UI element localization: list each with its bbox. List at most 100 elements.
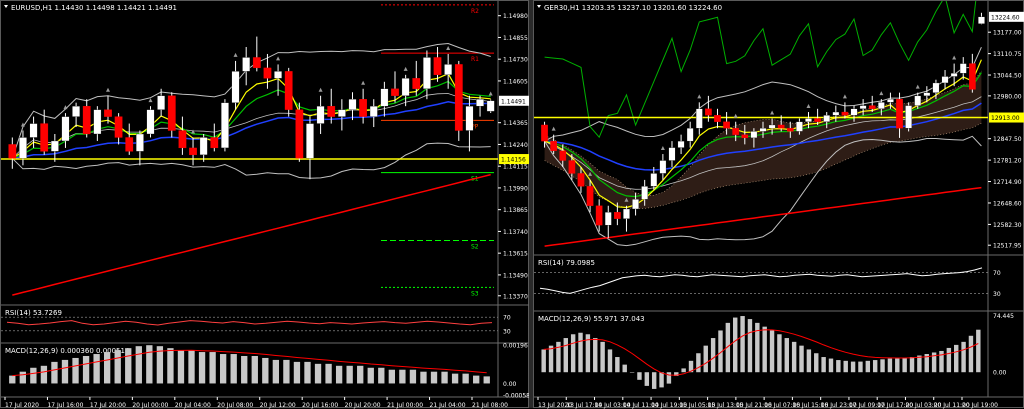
macd-histogram-bar — [954, 344, 959, 373]
fractal-up-marker — [770, 110, 775, 115]
macd-histogram-bar — [125, 348, 132, 384]
macd-histogram-bar — [335, 365, 343, 384]
pivot-label-s2: S2 — [471, 243, 479, 250]
bull-candle — [923, 92, 931, 97]
macd-histogram-bar — [821, 357, 826, 373]
macd-histogram-bar — [293, 361, 301, 384]
bull-candle — [850, 108, 858, 116]
price-tick-label: 1.13740 — [503, 229, 528, 236]
macd-histogram-bar — [651, 372, 657, 389]
eurusd-chart[interactable]: EURUSD,H1 1.14430 1.14498 1.14421 1.1449… — [1, 1, 530, 409]
rsi-level-label: 30 — [503, 328, 511, 335]
macd-histogram-bar — [769, 330, 775, 373]
bear-candle — [178, 130, 187, 149]
macd-histogram-bar — [806, 349, 812, 373]
fractal-up-marker — [276, 56, 281, 61]
macd-histogram-bar — [637, 372, 642, 380]
bull-candle — [50, 140, 59, 152]
rsi-label: RSI(14) 53.7269 — [5, 309, 62, 317]
fractal-up-marker — [733, 113, 738, 118]
macd-histogram-bar — [314, 363, 322, 384]
bear-candle — [741, 134, 749, 139]
price-tick-label: 1.14855 — [503, 35, 528, 42]
bull-candle — [423, 57, 431, 89]
bull-candle — [877, 102, 885, 109]
pivot-label-s3: S3 — [471, 290, 479, 297]
macd-histogram-bar — [462, 373, 469, 384]
price-tick-label: 1.13615 — [503, 251, 528, 258]
bull-candle — [146, 109, 155, 135]
bull-candle — [369, 106, 378, 117]
macd-histogram-bar — [209, 352, 216, 384]
fractal-up-marker — [806, 104, 811, 109]
price-tick-label: 12582.30 — [993, 222, 1022, 229]
macd-histogram-bar — [784, 338, 789, 373]
fractal-up-marker — [879, 91, 884, 96]
macd-histogram-bar — [135, 346, 142, 384]
fractal-up-marker — [660, 146, 665, 151]
bear-candle — [189, 147, 197, 156]
fractal-up-marker — [318, 87, 323, 92]
bull-candle — [796, 121, 803, 132]
bull-candle — [823, 115, 831, 122]
bull-candle — [221, 102, 229, 149]
moving-average-200 — [12, 173, 491, 296]
macd-histogram-bar — [272, 359, 280, 384]
macd-histogram-bar — [167, 348, 174, 384]
fractal-up-marker — [105, 87, 110, 92]
macd-histogram-bar — [399, 369, 406, 384]
macd-histogram-bar — [346, 365, 353, 384]
bull-candle — [832, 111, 840, 116]
macd-histogram-bar — [703, 345, 708, 373]
macd-histogram-bar — [909, 357, 915, 373]
macd-label: MACD(12,26,9) 55.971 37.043 — [538, 315, 645, 323]
bear-candle — [167, 95, 176, 131]
bull-candle — [914, 95, 922, 106]
bear-candle — [433, 57, 442, 75]
macd-histogram-bar — [799, 345, 804, 373]
bear-candle — [705, 108, 712, 116]
ger30-chart-panel[interactable]: GER30,H1 13203.35 13237.10 13201.60 1322… — [533, 0, 1024, 409]
bull-candle — [950, 73, 958, 77]
macd-histogram-bar — [198, 352, 206, 384]
bear-candle — [210, 137, 219, 149]
macd-histogram-bar — [777, 334, 782, 373]
macd-histogram-bar — [836, 360, 841, 373]
bear-candle — [595, 205, 603, 226]
macd-histogram-bar — [814, 353, 819, 373]
eurusd-chart-panel[interactable]: EURUSD,H1 1.14430 1.14498 1.14421 1.1449… — [0, 0, 530, 409]
bear-candle — [104, 109, 112, 117]
macd-histogram-bar — [887, 358, 893, 373]
ger30-chart[interactable]: GER30,H1 13203.35 13237.10 13201.60 1322… — [534, 1, 1024, 409]
macd-histogram-bar — [622, 364, 627, 373]
macd-histogram-bar — [961, 341, 966, 373]
bull-candle — [932, 82, 940, 93]
bear-candle — [8, 144, 17, 159]
macd-histogram-bar — [710, 338, 716, 373]
pivot-label-r2: R2 — [471, 8, 479, 15]
bear-candle — [559, 150, 567, 161]
bull-candle — [157, 95, 166, 110]
price-tick-label: 13044.50 — [993, 73, 1022, 80]
fractal-up-marker — [191, 129, 196, 134]
macd-histogram-bar — [230, 354, 237, 384]
price-tick-label: 1.14730 — [503, 57, 528, 64]
fractal-up-marker — [915, 84, 920, 89]
bull-candle — [306, 123, 314, 159]
macd-histogram-bar — [858, 361, 863, 373]
price-tick-label: 1.13990 — [503, 185, 528, 192]
macd-histogram-bar — [61, 359, 69, 384]
bull-candle — [632, 199, 639, 210]
bear-candle — [40, 123, 49, 152]
macd-histogram-bar — [968, 335, 974, 373]
macd-histogram-bar — [880, 359, 885, 373]
chart-menu-icon — [4, 5, 8, 8]
macd-histogram-bar — [93, 354, 100, 384]
macd-histogram-bar — [696, 353, 701, 373]
macd-histogram-bar — [902, 357, 907, 373]
macd-label: MACD(12,26,9) 0.000360 0.000514 — [5, 347, 130, 355]
macd-histogram-bar — [607, 349, 613, 373]
bear-candle — [82, 106, 91, 135]
bollinger-upper-band — [11, 42, 491, 159]
bull-candle — [668, 147, 676, 161]
